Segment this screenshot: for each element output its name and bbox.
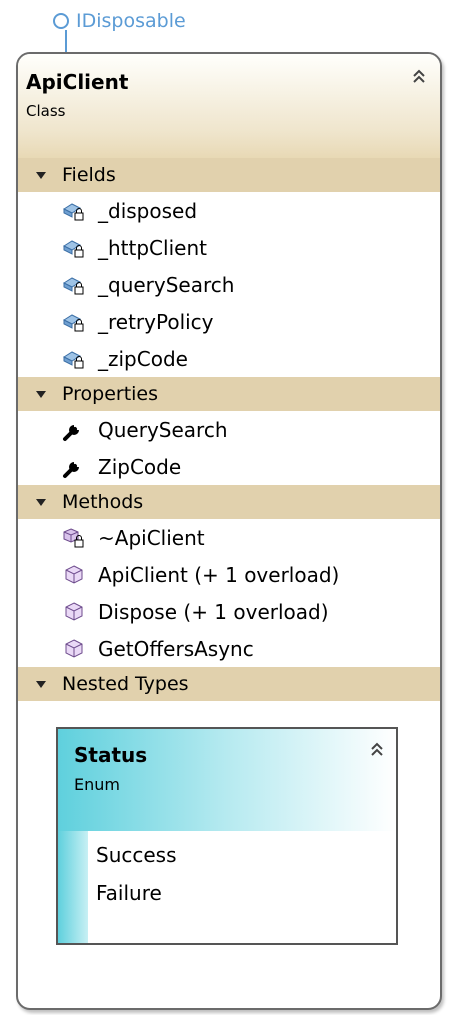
property-name: ZipCode — [98, 454, 182, 479]
class-shape-apiclient[interactable]: ApiClient Class Fields _disposed _httpCl… — [16, 52, 442, 1010]
method-item[interactable]: Dispose (+ 1 overload) — [18, 593, 440, 630]
private-field-icon — [62, 199, 86, 223]
expand-triangle-icon[interactable] — [36, 171, 46, 179]
nested-types-area: Status Enum Success Failure — [18, 701, 440, 948]
field-name: _retryPolicy — [98, 309, 214, 334]
enum-shape-status[interactable]: Status Enum Success Failure — [56, 727, 398, 945]
enum-name: Status — [74, 743, 148, 767]
field-item[interactable]: _httpClient — [18, 229, 440, 266]
section-label: Properties — [62, 383, 159, 405]
field-item[interactable]: _zipCode — [18, 340, 440, 377]
method-item[interactable]: ApiClient (+ 1 overload) — [18, 556, 440, 593]
expand-triangle-icon[interactable] — [36, 498, 46, 506]
field-name: _httpClient — [98, 235, 207, 260]
enum-member[interactable]: Success — [96, 843, 177, 867]
method-cube-icon — [62, 600, 86, 624]
method-name: ~ApiClient — [98, 525, 205, 550]
field-name: _disposed — [98, 198, 198, 223]
method-item[interactable]: GetOffersAsync — [18, 630, 440, 667]
wrench-icon — [62, 455, 86, 479]
field-item[interactable]: _querySearch — [18, 266, 440, 303]
method-name: ApiClient (+ 1 overload) — [98, 562, 340, 587]
private-method-icon — [62, 526, 86, 550]
private-field-icon — [62, 310, 86, 334]
enum-kind: Enum — [74, 775, 120, 794]
section-properties[interactable]: Properties — [18, 377, 440, 411]
property-name: QuerySearch — [98, 417, 228, 442]
fields-list: _disposed _httpClient _querySearch _retr… — [18, 192, 440, 377]
expand-triangle-icon[interactable] — [36, 390, 46, 398]
field-item[interactable]: _retryPolicy — [18, 303, 440, 340]
double-chevron-up-icon[interactable] — [368, 741, 386, 759]
wrench-icon — [62, 418, 86, 442]
class-header[interactable]: ApiClient Class — [18, 54, 440, 158]
enum-members: Success Failure — [58, 831, 396, 943]
enum-member[interactable]: Failure — [96, 881, 162, 905]
enum-header[interactable]: Status Enum — [58, 729, 396, 831]
properties-list: QuerySearch ZipCode — [18, 411, 440, 485]
private-field-icon — [62, 236, 86, 260]
method-cube-icon — [62, 637, 86, 661]
private-field-icon — [62, 347, 86, 371]
enum-member-bar — [58, 831, 88, 943]
section-nested-types[interactable]: Nested Types — [18, 667, 440, 701]
private-field-icon — [62, 273, 86, 297]
method-name: Dispose (+ 1 overload) — [98, 599, 329, 624]
method-item[interactable]: ~ApiClient — [18, 519, 440, 556]
interface-name: IDisposable — [76, 10, 186, 32]
property-item[interactable]: QuerySearch — [18, 411, 440, 448]
field-name: _zipCode — [98, 346, 188, 371]
double-chevron-up-icon[interactable] — [410, 68, 428, 86]
class-name: ApiClient — [26, 70, 129, 94]
field-name: _querySearch — [98, 272, 235, 297]
section-label: Fields — [62, 164, 116, 186]
methods-list: ~ApiClient ApiClient (+ 1 overload) Disp… — [18, 519, 440, 667]
expand-triangle-icon[interactable] — [36, 680, 46, 688]
section-label: Methods — [62, 491, 144, 513]
section-label: Nested Types — [62, 673, 189, 695]
interface-icon — [53, 13, 69, 29]
property-item[interactable]: ZipCode — [18, 448, 440, 485]
section-methods[interactable]: Methods — [18, 485, 440, 519]
method-cube-icon — [62, 563, 86, 587]
field-item[interactable]: _disposed — [18, 192, 440, 229]
method-name: GetOffersAsync — [98, 636, 254, 661]
section-fields[interactable]: Fields — [18, 158, 440, 192]
class-kind: Class — [26, 102, 66, 120]
interface-lollipop[interactable]: IDisposable — [53, 4, 186, 38]
